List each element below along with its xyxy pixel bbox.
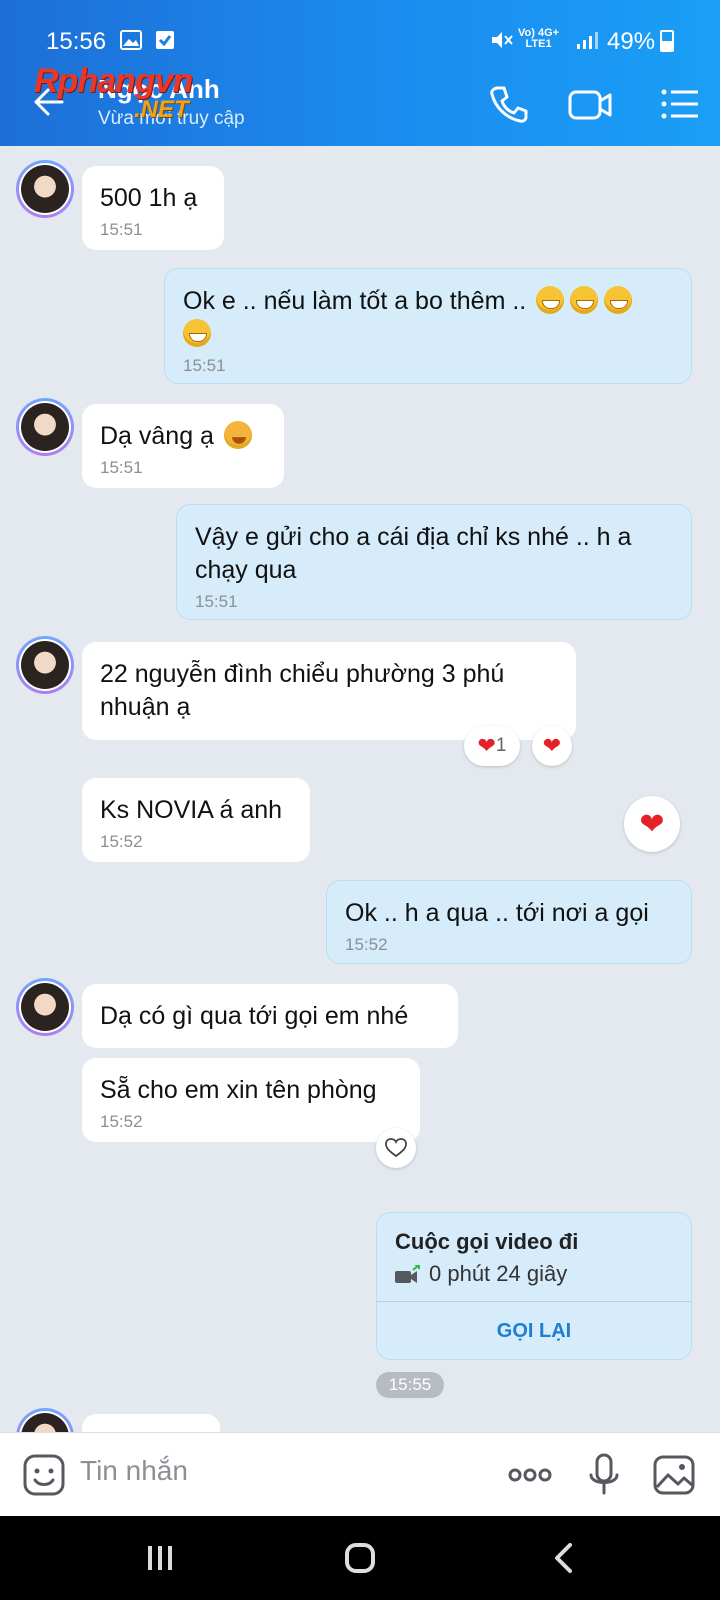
incoming-message[interactable]: 500 1h ạ 15:51 <box>82 166 224 250</box>
status-bar: 15:56 Vo) 4G+ LTE1 49% <box>0 0 720 62</box>
recent-apps-icon[interactable] <box>142 1540 178 1576</box>
heart-outline-icon <box>385 1138 407 1158</box>
grin-emoji-icon <box>604 286 633 314</box>
call-title: Cuộc gọi video đi <box>395 1229 579 1254</box>
network-indicator: Vo) 4G+ LTE1 <box>518 27 560 50</box>
image-notification-icon <box>120 30 142 50</box>
contact-avatar[interactable] <box>16 398 74 456</box>
message-composer: Tin nhắn <box>0 1432 720 1516</box>
heart-icon: ❤ <box>477 733 496 758</box>
incoming-message[interactable]: Dạ có gì qua tới gọi em nhé <box>82 984 458 1048</box>
system-navigation-bar <box>0 1516 720 1600</box>
video-call-card: Cuộc gọi video đi 0 phút 24 giây GỌI LẠI <box>376 1212 692 1360</box>
app-header: 15:56 Vo) 4G+ LTE1 49% Ngọc Anh Vừa mới … <box>0 0 720 146</box>
message-input[interactable]: Tin nhắn <box>80 1455 188 1487</box>
grin-emoji-icon <box>536 286 565 314</box>
heart-icon: ❤ <box>542 733 562 758</box>
smiling-hearts-emoji-icon <box>223 421 252 449</box>
battery-percent: 49% <box>607 28 656 55</box>
message-list[interactable]: 500 1h ạ 15:51 Ok e .. nếu làm tốt a bo … <box>0 146 720 1432</box>
signal-icon <box>577 32 598 49</box>
contact-avatar[interactable] <box>16 978 74 1036</box>
battery-icon <box>660 30 674 52</box>
call-duration: 0 phút 24 giây <box>429 1261 568 1286</box>
grin-emoji-icon <box>183 319 211 347</box>
mute-icon <box>492 32 513 48</box>
more-options-icon[interactable] <box>506 1453 554 1497</box>
home-icon[interactable] <box>342 1540 378 1576</box>
outgoing-message[interactable]: Ok e .. nếu làm tốt a bo thêm .. 15:51 <box>164 268 692 384</box>
incoming-message[interactable]: Dạ vâng ạ 15:51 <box>82 404 284 488</box>
incoming-message[interactable] <box>82 1414 220 1432</box>
contact-avatar[interactable] <box>16 160 74 218</box>
watermark-logo-sub: .NET <box>134 96 189 123</box>
contact-avatar[interactable] <box>16 636 74 694</box>
status-time: 15:56 <box>46 28 107 55</box>
checkbox-notification-icon <box>156 31 174 49</box>
contact-avatar[interactable] <box>16 1408 74 1432</box>
video-call-icon[interactable] <box>566 80 616 128</box>
phone-icon[interactable] <box>484 80 532 128</box>
outgoing-video-call-icon <box>395 1265 420 1283</box>
outgoing-message[interactable]: Ok .. h a qua .. tới nơi a gọi 15:52 <box>326 880 692 964</box>
reaction-badge[interactable]: ❤ 1 <box>464 726 520 766</box>
timestamp-badge: 15:55 <box>376 1372 444 1398</box>
back-nav-icon[interactable] <box>546 1540 582 1576</box>
sticker-emoji-icon[interactable] <box>22 1453 66 1497</box>
react-button[interactable] <box>376 1128 416 1168</box>
heart-icon: ❤ <box>639 807 665 841</box>
incoming-message[interactable]: Sẵ cho em xin tên phòng 15:52 <box>82 1058 420 1142</box>
recall-button[interactable]: GỌI LẠI <box>377 1301 691 1361</box>
outgoing-message[interactable]: Vậy e gửi cho a cái địa chỉ ks nhé .. h … <box>176 504 692 620</box>
gallery-image-icon[interactable] <box>652 1453 696 1497</box>
incoming-message[interactable]: Ks NOVIA á anh 15:52 <box>82 778 310 862</box>
grin-emoji-icon <box>570 286 599 314</box>
quick-heart-button[interactable]: ❤ <box>624 796 680 852</box>
microphone-icon[interactable] <box>582 1453 626 1497</box>
react-button[interactable]: ❤ <box>532 726 572 766</box>
menu-list-icon[interactable] <box>656 80 704 128</box>
chat-toolbar: Ngọc Anh Vừa mới truy cập Rphangvn .NET <box>0 62 720 146</box>
